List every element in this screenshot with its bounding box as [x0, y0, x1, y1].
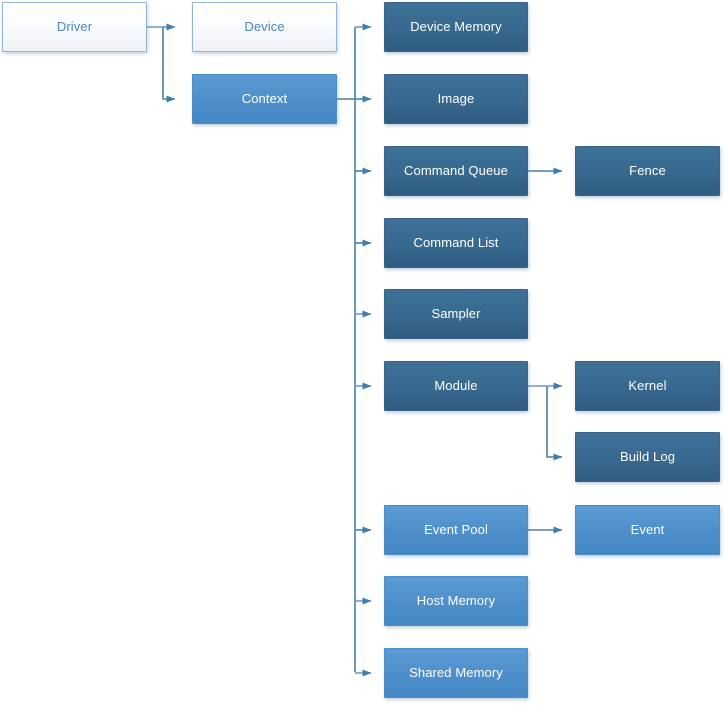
node-label: Context [241, 90, 288, 106]
node-event-pool[interactable]: Event Pool [384, 505, 528, 555]
node-context[interactable]: Context [192, 74, 337, 124]
node-driver[interactable]: Driver [2, 2, 147, 52]
node-label: Host Memory [416, 592, 496, 608]
node-host-memory[interactable]: Host Memory [384, 576, 528, 626]
node-label: Event Pool [424, 521, 488, 537]
node-label: Command List [413, 234, 499, 250]
node-shared-memory[interactable]: Shared Memory [384, 648, 528, 698]
node-image[interactable]: Image [384, 74, 528, 124]
node-label: Build Log [619, 448, 676, 464]
node-label: Device Memory [410, 18, 502, 34]
node-command-queue[interactable]: Command Queue [384, 146, 528, 196]
node-command-list[interactable]: Command List [384, 218, 528, 268]
node-fence[interactable]: Fence [575, 146, 720, 196]
node-sampler[interactable]: Sampler [384, 289, 528, 339]
node-label: Shared Memory [409, 664, 503, 680]
node-module[interactable]: Module [384, 361, 528, 411]
node-label: Driver [56, 18, 93, 34]
node-label: Device [244, 18, 285, 34]
edge-driver-context-line [162, 27, 176, 103]
node-label: Sampler [431, 305, 481, 321]
diagram-canvas: Driver Device Context Device Memory Image Com… [0, 0, 725, 705]
node-label: Module [434, 377, 478, 393]
node-device[interactable]: Device [192, 2, 337, 52]
connector-layer [147, 23, 563, 677]
node-label: Event [630, 521, 665, 537]
node-label: Command Queue [404, 162, 508, 178]
node-label: Image [437, 90, 475, 106]
edge-module-build-log [546, 386, 563, 461]
node-label: Kernel [628, 377, 667, 393]
node-event[interactable]: Event [575, 505, 720, 555]
node-label: Fence [629, 162, 666, 178]
node-build-log[interactable]: Build Log [575, 432, 720, 482]
node-device-memory[interactable]: Device Memory [384, 2, 528, 52]
node-kernel[interactable]: Kernel [575, 361, 720, 411]
